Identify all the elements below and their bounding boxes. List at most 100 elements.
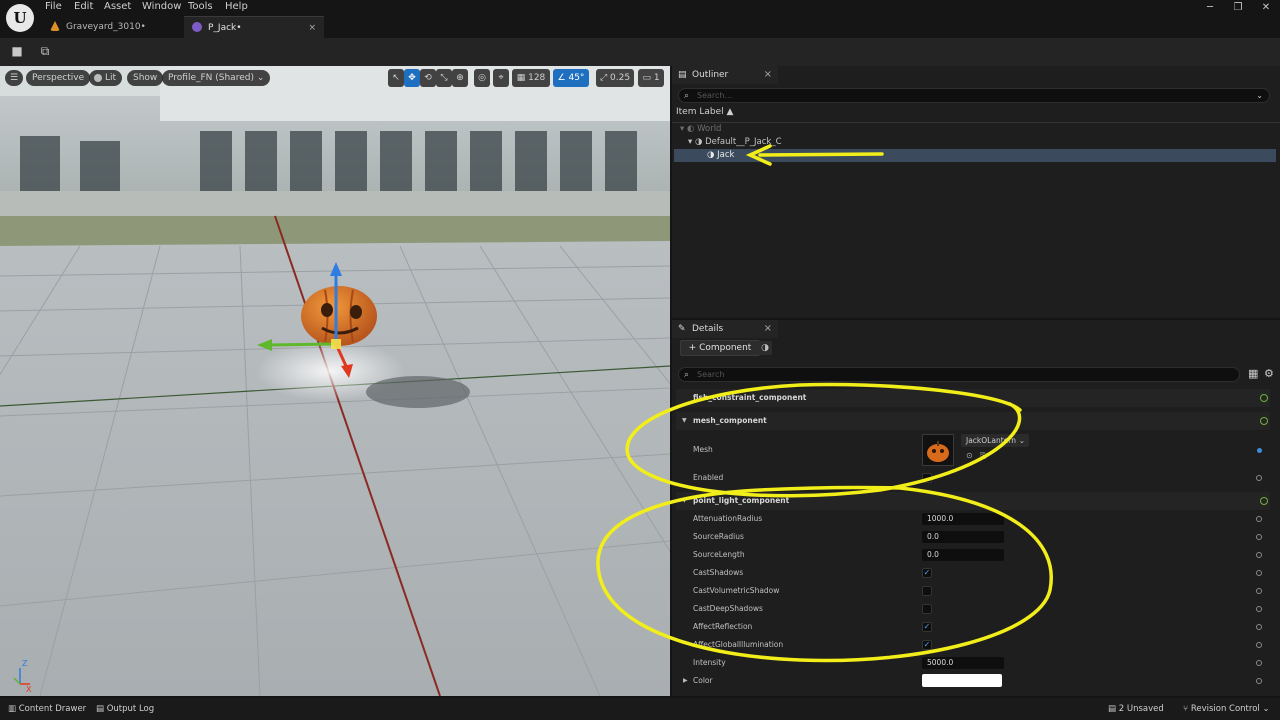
tab-graveyard[interactable]: Graveyard_3010•: [42, 16, 184, 38]
details-tab[interactable]: ✎ Details ×: [672, 320, 778, 338]
color-swatch[interactable]: [922, 674, 1002, 687]
outliner-tab[interactable]: ▤ Outliner ×: [672, 66, 778, 84]
rotate-tool-icon[interactable]: ⟲: [420, 69, 436, 87]
reset-default-icon[interactable]: [1256, 552, 1262, 558]
tab-p-jack[interactable]: P_Jack• ×: [184, 16, 324, 38]
profile-dropdown[interactable]: Profile_FN (Shared) ⌄: [162, 70, 271, 86]
save-icon[interactable]: ■: [10, 44, 24, 58]
grid-snap-button[interactable]: ▦ 128: [512, 69, 550, 87]
reset-default-icon[interactable]: [1256, 624, 1262, 630]
use-selected-icon[interactable]: ⎘: [980, 451, 986, 461]
search-placeholder: Search...: [697, 91, 733, 100]
prop-checkbox[interactable]: ✓: [922, 640, 932, 650]
camera-speed-button[interactable]: ▭ 1: [638, 69, 664, 87]
prop-label: AttenuationRadius: [693, 514, 763, 523]
show-button[interactable]: Show: [127, 70, 164, 86]
menu-window[interactable]: Window: [142, 1, 181, 15]
actor-icon: ◑: [694, 137, 706, 147]
tree-row-default-p-jack[interactable]: ▾ ◑ Default__P_Jack_C: [674, 136, 1276, 149]
menu-asset[interactable]: Asset: [104, 1, 131, 15]
reset-default-icon[interactable]: [1256, 678, 1262, 684]
blueprint-options-icon[interactable]: ◑: [758, 341, 772, 355]
reset-default-icon[interactable]: [1256, 534, 1262, 540]
mesh-label: Mesh: [693, 445, 713, 454]
add-plus-icon[interactable]: [1260, 497, 1268, 505]
blueprint-icon: [192, 22, 202, 32]
content-drawer-button[interactable]: ▥ Content Drawer: [8, 698, 86, 720]
revision-control-button[interactable]: ⑂ Revision Control ⌄: [1183, 698, 1270, 720]
add-plus-icon[interactable]: [1260, 394, 1268, 402]
reset-default-icon[interactable]: [1256, 606, 1262, 612]
close-details-icon[interactable]: ×: [764, 320, 772, 338]
level-viewport[interactable]: Z X ☰ Perspective Lit Show Profile_FN (S…: [0, 66, 670, 696]
close-tab-icon[interactable]: ×: [308, 17, 316, 39]
category-mesh-component[interactable]: ▼ mesh_component: [676, 412, 1270, 430]
tree-row-jack[interactable]: ◑ Jack: [674, 149, 1276, 162]
close-window-icon[interactable]: ✕: [1256, 2, 1276, 13]
category-point-light-component[interactable]: ▼ point_light_component: [676, 492, 1270, 510]
output-log-button[interactable]: ▤ Output Log: [96, 698, 154, 720]
expand-arrow-icon: ▾: [688, 137, 695, 147]
prop-checkbox[interactable]: ✓: [922, 568, 932, 578]
surface-snap-icon[interactable]: ⌖: [493, 69, 509, 87]
reset-indicator-icon[interactable]: [1257, 448, 1262, 453]
rotation-snap-button[interactable]: ∠ 45°: [553, 69, 589, 87]
lit-button[interactable]: Lit: [89, 70, 123, 86]
property-matrix-icon[interactable]: ▦: [1248, 367, 1258, 380]
prop-value-input[interactable]: 1000.0: [922, 513, 1004, 525]
minimize-icon[interactable]: ─: [1200, 2, 1220, 13]
prop-checkbox[interactable]: ✓: [922, 622, 932, 632]
tree-row-world[interactable]: ▾ ◐ World: [674, 123, 1276, 136]
reset-default-icon[interactable]: [1256, 570, 1262, 576]
prop-value-input[interactable]: 0.0: [922, 531, 1004, 543]
outliner-search-input[interactable]: ⌕ Search... ⌄: [678, 88, 1270, 103]
unsaved-button[interactable]: ▤ 2 Unsaved: [1108, 698, 1164, 720]
close-outliner-icon[interactable]: ×: [764, 66, 772, 84]
enabled-label: Enabled: [693, 473, 724, 482]
reset-default-icon[interactable]: [1256, 475, 1262, 481]
viewport-menu-icon[interactable]: ☰: [5, 70, 23, 86]
perspective-button[interactable]: Perspective: [26, 70, 91, 86]
mesh-asset-dropdown[interactable]: JackOLantern ⌄: [961, 434, 1029, 447]
expand-arrow-icon[interactable]: ▶: [683, 677, 688, 684]
menu-edit[interactable]: Edit: [74, 1, 93, 15]
output-log-label: Output Log: [106, 704, 155, 714]
scale-snap-button[interactable]: ⤢ 0.25: [596, 69, 634, 87]
unreal-logo-icon[interactable]: U: [6, 4, 34, 32]
gear-icon[interactable]: ⚙: [1264, 367, 1274, 380]
prop-label: CastVolumetricShadow: [693, 586, 780, 595]
details-search-input[interactable]: ⌕ Search: [678, 367, 1240, 382]
menu-help[interactable]: Help: [225, 1, 248, 15]
search-icon: ⌕: [684, 91, 690, 101]
add-plus-icon[interactable]: [1260, 417, 1268, 425]
select-tool-icon[interactable]: ↖: [388, 69, 404, 87]
move-tool-icon[interactable]: ✥: [404, 69, 420, 87]
browse-icon[interactable]: ⧉: [38, 44, 52, 58]
enabled-checkbox[interactable]: [922, 473, 932, 483]
reset-default-icon[interactable]: [1256, 660, 1262, 666]
prop-checkbox[interactable]: [922, 586, 932, 596]
mesh-thumbnail[interactable]: [922, 434, 954, 466]
tree-row-label: World: [697, 124, 722, 134]
reset-default-icon[interactable]: [1256, 588, 1262, 594]
expand-arrow-icon: ▼: [682, 497, 687, 504]
chevron-down-icon[interactable]: ⌄: [1256, 89, 1263, 102]
reset-default-icon[interactable]: [1256, 516, 1262, 522]
menu-file[interactable]: File: [45, 1, 62, 15]
world-space-icon[interactable]: ◎: [474, 69, 490, 87]
log-icon: ▤: [96, 704, 107, 714]
reset-default-icon[interactable]: [1256, 642, 1262, 648]
browse-asset-icon[interactable]: ⊙: [966, 451, 973, 460]
maximize-icon[interactable]: ❐: [1228, 2, 1248, 13]
scale-tool-icon[interactable]: ⤡: [436, 69, 452, 87]
prop-label: Color: [693, 676, 713, 685]
prop-value-input[interactable]: 0.0: [922, 549, 1004, 561]
prop-value-input[interactable]: 5000.0: [922, 657, 1004, 669]
prop-checkbox[interactable]: [922, 604, 932, 614]
add-component-button[interactable]: + Component: [680, 340, 760, 356]
chevron-down-icon: ⌄: [256, 73, 265, 83]
local-space-icon[interactable]: ⊕: [452, 69, 468, 87]
menu-tools[interactable]: Tools: [188, 1, 213, 15]
category-fish-constraint[interactable]: fish_constraint_component: [676, 389, 1270, 407]
outliner-column-header[interactable]: Item Label ▲: [676, 107, 733, 117]
